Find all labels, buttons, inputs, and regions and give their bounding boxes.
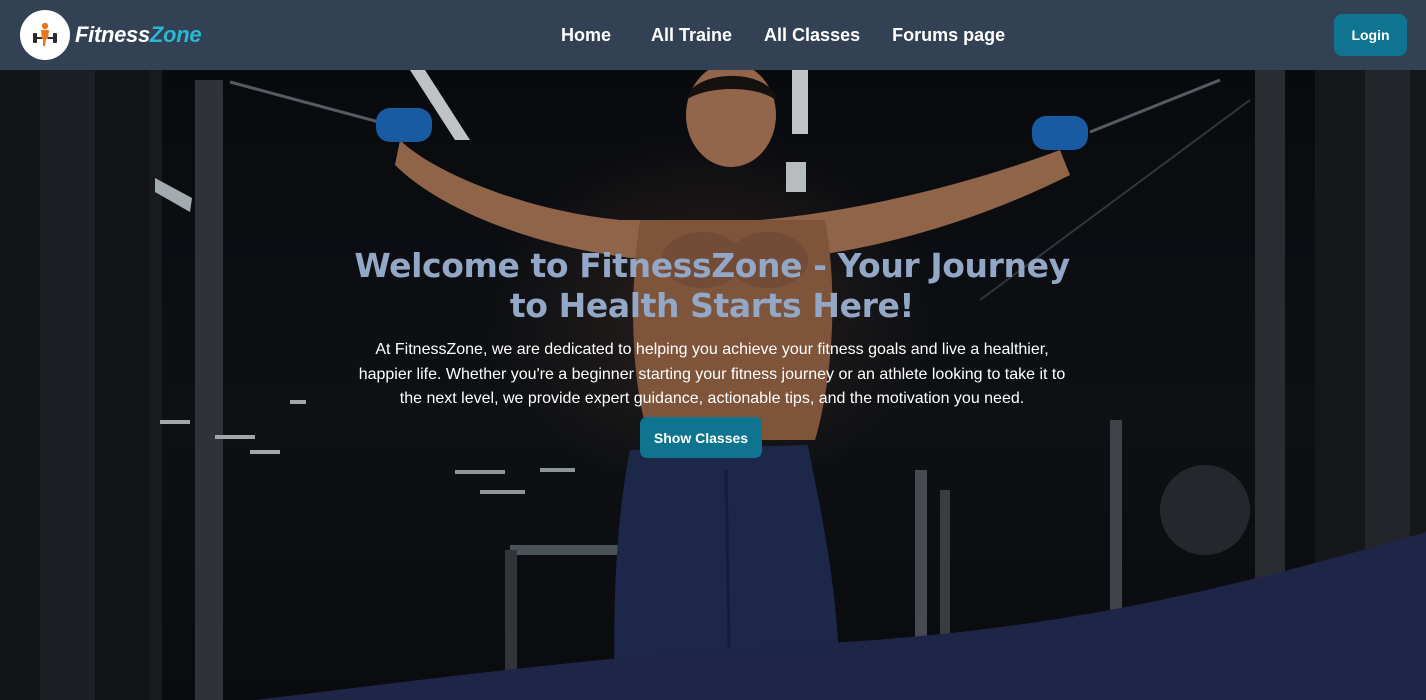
show-classes-button[interactable]: Show Classes	[640, 417, 762, 458]
dumbbell-athlete-icon	[33, 22, 57, 46]
nav-link-home[interactable]: Home	[561, 22, 611, 48]
brand-name-part2: Zone	[149, 22, 202, 47]
navbar: FitnessZone Home All Traine All Classes …	[0, 0, 1426, 70]
hero-description: At FitnessZone, we are dedicated to help…	[358, 341, 1066, 407]
logo-badge	[20, 10, 70, 60]
hero-section: Welcome to FitnessZone - Your Journey to…	[0, 70, 1426, 700]
nav-link-all-classes[interactable]: All Classes	[764, 22, 860, 48]
login-button[interactable]: Login	[1334, 14, 1407, 56]
brand-name: FitnessZone	[75, 22, 202, 48]
brand-name-part1: Fitness	[75, 22, 150, 47]
hero-content: Welcome to FitnessZone - Your Journey to…	[0, 70, 1426, 700]
brand-logo-link[interactable]: FitnessZone	[20, 10, 202, 60]
nav-link-forums[interactable]: Forums page	[892, 22, 1005, 48]
main-nav: Home All Traine All Classes Forums page	[561, 22, 1005, 48]
nav-link-all-trainers[interactable]: All Traine	[651, 22, 732, 48]
hero-title: Welcome to FitnessZone - Your Journey to…	[354, 246, 1070, 325]
